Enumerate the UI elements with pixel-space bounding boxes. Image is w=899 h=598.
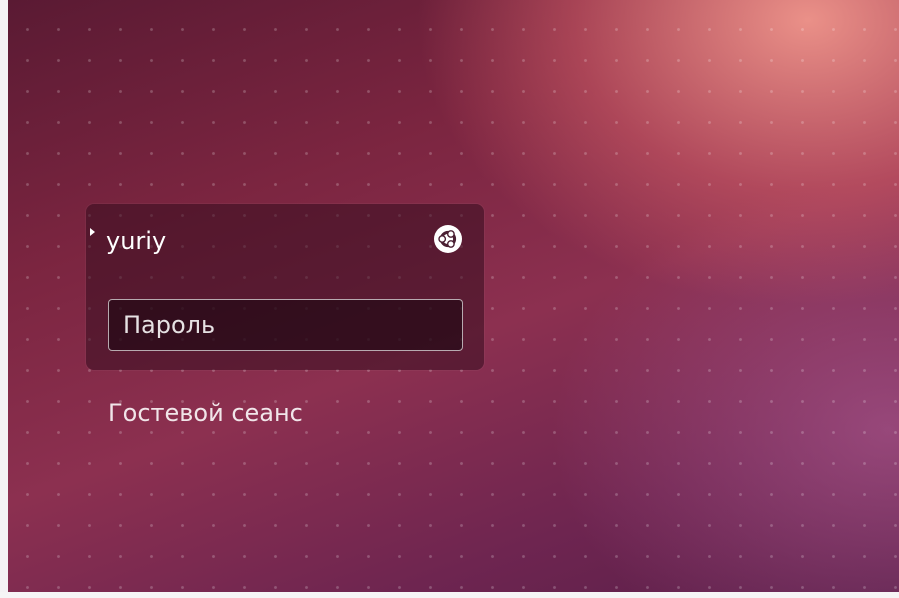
user-name-label[interactable]: yuriy bbox=[106, 226, 166, 256]
login-panel: yuriy bbox=[86, 204, 484, 370]
desktop-wallpaper: yuriy Гостевой сеанс bbox=[8, 0, 899, 592]
selected-user-arrow-icon bbox=[90, 228, 95, 236]
guest-session-link[interactable]: Гостевой сеанс bbox=[108, 397, 303, 429]
bottom-edge-strip bbox=[0, 592, 899, 598]
password-input[interactable] bbox=[108, 299, 463, 351]
left-edge-strip bbox=[0, 0, 8, 598]
login-screen: yuriy Гостевой сеанс bbox=[0, 0, 899, 598]
ubuntu-session-icon[interactable] bbox=[433, 224, 463, 254]
